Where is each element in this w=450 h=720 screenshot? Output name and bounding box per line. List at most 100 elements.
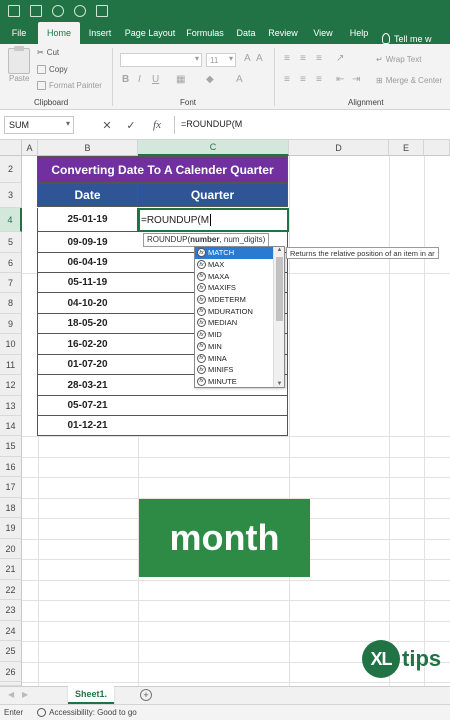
autocomplete-item[interactable]: fx MDETERM [195, 294, 273, 306]
copy-button[interactable]: Copy [37, 65, 68, 74]
fill-color-icon[interactable]: ◆ [206, 74, 214, 85]
row-header-17[interactable]: 17 [0, 477, 22, 498]
font-name-combo[interactable] [120, 53, 202, 67]
tab-file[interactable]: File [0, 22, 38, 44]
row-header-22[interactable]: 22 [0, 580, 22, 600]
row-header-4[interactable]: 4 [0, 208, 22, 232]
autocomplete-item[interactable]: fx MINIFS [195, 364, 273, 376]
row-header-13[interactable]: 13 [0, 396, 22, 416]
orientation-icon[interactable]: ↗ [336, 53, 344, 64]
wrap-text-button[interactable]: ↵ Wrap Text [376, 55, 421, 64]
row-header-7[interactable]: 7 [0, 273, 22, 293]
active-cell-c4[interactable]: =ROUNDUP(M [138, 208, 289, 232]
format-painter-button[interactable]: Format Painter [37, 81, 102, 90]
row-header-24[interactable]: 24 [0, 621, 22, 641]
date-cell[interactable]: 01-07-20 [37, 355, 138, 375]
next-sheet-icon[interactable]: ▶ [22, 690, 28, 699]
tooltip-fn[interactable]: ROUNDUP( [147, 235, 190, 244]
accessibility-status[interactable]: Accessibility: Good to go [37, 708, 137, 717]
row-header-9[interactable]: 9 [0, 314, 22, 334]
row-header-18[interactable]: 18 [0, 498, 22, 518]
name-box[interactable]: SUM [4, 116, 74, 134]
date-cell[interactable]: 04-10-20 [37, 293, 138, 314]
autocomplete-item[interactable]: fx MINUTE [195, 376, 273, 387]
scroll-thumb[interactable] [276, 257, 283, 321]
date-cell[interactable]: 01-12-21 [37, 416, 138, 436]
row-header-23[interactable]: 23 [0, 600, 22, 621]
tell-me-box[interactable]: Tell me w [382, 33, 432, 44]
autocomplete-item[interactable]: fx MIN [195, 341, 273, 353]
quarter-cell[interactable] [137, 396, 288, 416]
align-bottom-icon[interactable]: ≡ [316, 53, 322, 64]
borders-icon[interactable]: ▦ [176, 74, 185, 85]
grow-font-icon[interactable]: A [244, 53, 251, 64]
row-header-12[interactable]: 12 [0, 375, 22, 396]
date-cell[interactable]: 25-01-19 [37, 208, 138, 232]
date-header[interactable]: Date [37, 183, 138, 207]
scroll-up-icon[interactable]: ▲ [274, 247, 284, 253]
autocomplete-item[interactable]: fx MAX [195, 259, 273, 271]
align-top-icon[interactable]: ≡ [284, 53, 290, 64]
merge-center-button[interactable]: ⊞ Merge & Center [376, 76, 442, 85]
paste-icon[interactable] [8, 46, 30, 74]
row-header-8[interactable]: 8 [0, 293, 22, 314]
row-header-20[interactable]: 20 [0, 539, 22, 559]
row-header-16[interactable]: 16 [0, 457, 22, 477]
align-center-icon[interactable]: ≡ [300, 74, 306, 85]
tab-page-layout[interactable]: Page Layout [120, 22, 180, 44]
autocomplete-item[interactable]: fx MATCH [195, 247, 273, 259]
undo-icon[interactable] [52, 5, 64, 17]
row-header-6[interactable]: 6 [0, 253, 22, 273]
insert-function-icon[interactable]: fx [148, 116, 166, 134]
underline-icon[interactable]: U [152, 74, 159, 85]
tab-data[interactable]: Data [230, 22, 262, 44]
bold-icon[interactable]: B [122, 74, 129, 85]
save-icon[interactable] [30, 5, 42, 17]
column-header-c[interactable]: C [138, 140, 289, 156]
date-cell[interactable]: 16-02-20 [37, 334, 138, 355]
date-cell[interactable]: 05-11-19 [37, 273, 138, 293]
paste-label[interactable]: Paste [9, 74, 29, 83]
sheet-tab-sheet1[interactable]: Sheet1. [68, 686, 114, 704]
tab-help[interactable]: Help [342, 22, 376, 44]
date-cell[interactable]: 09-09-19 [37, 232, 138, 253]
tab-insert[interactable]: Insert [80, 22, 120, 44]
table-title[interactable]: Converting Date To A Calender Quarter [37, 156, 288, 183]
font-size-combo[interactable]: 11 [206, 53, 236, 67]
tab-formulas[interactable]: Formulas [180, 22, 230, 44]
row-header-25[interactable]: 25 [0, 641, 22, 662]
tab-review[interactable]: Review [262, 22, 304, 44]
date-cell[interactable]: 06-04-19 [37, 253, 138, 273]
cut-button[interactable]: ✂ Cut [37, 48, 59, 57]
shrink-font-icon[interactable]: A [256, 53, 263, 64]
column-header-b[interactable]: B [38, 140, 138, 156]
row-header-19[interactable]: 19 [0, 518, 22, 539]
scroll-down-icon[interactable]: ▼ [274, 381, 284, 387]
cancel-icon[interactable]: ✕ [98, 116, 116, 134]
autocomplete-list[interactable]: fx MATCH fx MAX fx MAXA fx MAXIFS fx MDETERM … [194, 246, 285, 388]
column-header-f[interactable] [424, 140, 450, 156]
row-header-26[interactable]: 26 [0, 662, 22, 682]
tab-view[interactable]: View [304, 22, 342, 44]
autocomplete-item[interactable]: fx MID [195, 329, 273, 341]
autocomplete-scrollbar[interactable]: ▲ ▼ [273, 247, 284, 387]
row-header-3[interactable]: 3 [0, 183, 22, 208]
autocomplete-item[interactable]: fx MEDIAN [195, 317, 273, 329]
font-color-icon[interactable]: A [236, 74, 243, 85]
autocomplete-item[interactable]: fx MINA [195, 352, 273, 364]
quarter-header[interactable]: Quarter [137, 183, 288, 207]
column-header-d[interactable]: D [289, 140, 389, 156]
autosave-icon[interactable] [8, 5, 20, 17]
select-all-corner[interactable] [0, 140, 22, 156]
row-header-11[interactable]: 11 [0, 355, 22, 375]
column-header-e[interactable]: E [389, 140, 424, 156]
align-middle-icon[interactable]: ≡ [300, 53, 306, 64]
formula-input[interactable]: =ROUNDUP(M [174, 116, 450, 134]
date-cell[interactable]: 05-07-21 [37, 396, 138, 416]
autocomplete-item[interactable]: fx MDURATION [195, 305, 273, 317]
customize-qat-icon[interactable] [96, 5, 108, 17]
indent-decrease-icon[interactable]: ⇤ [336, 74, 344, 85]
align-right-icon[interactable]: ≡ [316, 74, 322, 85]
add-sheet-icon[interactable]: + [140, 689, 152, 701]
worksheet-grid[interactable]: A B C D E 2 3 4 5 6 7 8 9 10 11 12 13 14… [0, 140, 450, 686]
